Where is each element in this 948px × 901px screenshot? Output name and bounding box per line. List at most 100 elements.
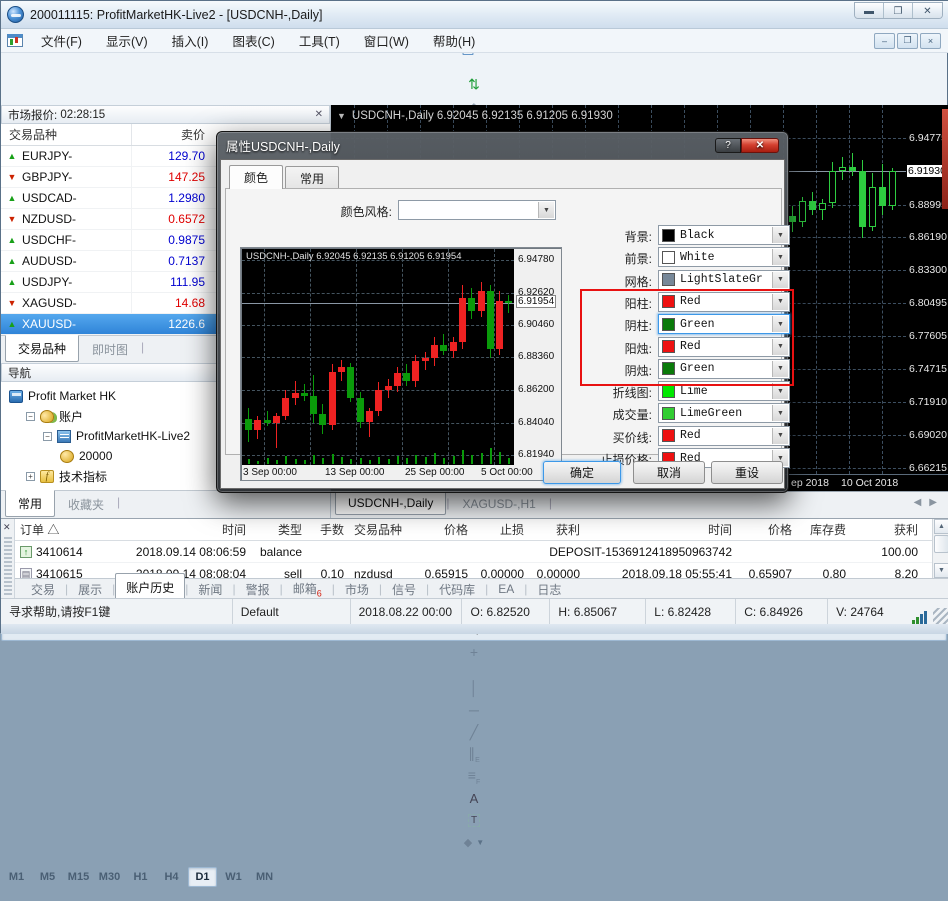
timeframe-M5[interactable]: M5 [33,867,62,887]
terminal-tab-交易[interactable]: 交易 [21,579,65,600]
horizontal-line-button[interactable]: ─ [1,699,947,721]
table-row[interactable]: ↑34106142018.09.14 08:06:59balanceDEPOSI… [15,541,932,563]
volumes-color-select[interactable]: LimeGreen▼ [658,403,790,423]
timeframe-D1[interactable]: D1 [188,867,217,887]
tab-symbols[interactable]: 交易品种 [5,335,79,362]
color-swatch [662,251,675,264]
tab-tick-chart[interactable]: 即时图 [79,336,141,363]
tab-favorites[interactable]: 收藏夹 [55,491,117,518]
timeframe-M1[interactable]: M1 [2,867,31,887]
dialog-close-button[interactable]: ✕ [741,138,779,153]
tab-colors[interactable]: 颜色 [229,165,283,189]
dialog-titlebar[interactable]: 属性USDCNH-,Daily ? ✕ [217,132,788,158]
terminal-tab-账户历史[interactable]: 账户历史 [115,573,185,599]
column-header-1[interactable]: 时间 [103,521,251,538]
terminal-tab-EA[interactable]: EA [488,580,524,598]
terminal-tab-警报[interactable]: 警报 [236,579,280,600]
terminal-tab-代码库[interactable]: 代码库 [429,579,485,600]
text-tool-button[interactable]: A [1,787,947,809]
close-button[interactable]: ✕ [913,3,942,19]
timeframe-W1[interactable]: W1 [219,867,248,887]
menu-插入(I)[interactable]: 插入(I) [160,28,221,53]
candle [889,171,896,206]
mdi-window-controls: – ❐ × [874,33,945,49]
column-header-10[interactable]: 库存费 [797,521,851,538]
minimize-button[interactable]: ▬ [855,3,884,19]
arrows-button[interactable]: ◆▼ [1,831,947,853]
collapse-icon[interactable]: − [26,412,35,421]
ok-button[interactable]: 确定 [543,461,621,484]
column-header-11[interactable]: 获利 [851,521,923,538]
mdi-restore-button[interactable]: ❐ [897,33,918,49]
restore-button[interactable]: ❐ [884,3,913,19]
reset-button[interactable]: 重设 [711,461,783,484]
menu-显示(V)[interactable]: 显示(V) [94,28,160,53]
collapse-icon[interactable]: − [43,432,52,441]
mdi-minimize-button[interactable]: – [874,33,895,49]
trendline-button[interactable]: ╱ [1,721,947,743]
close-icon[interactable]: ✕ [315,109,323,120]
mdi-close-button[interactable]: × [920,33,941,49]
terminal-tab-日志[interactable]: 日志 [527,579,571,600]
scroll-down-icon[interactable]: ▼ [934,563,948,578]
cancel-button[interactable]: 取消 [633,461,705,484]
column-header-2[interactable]: 类型 [251,521,307,538]
menu-工具(T)[interactable]: 工具(T) [287,28,352,53]
titlebar[interactable]: 200011115: ProfitMarketHK-Live2 - [USDCN… [1,1,948,29]
column-header-5[interactable]: 价格 [413,521,473,538]
terminal-tab-邮箱[interactable]: 邮箱6 [283,578,332,600]
foreground-color-select[interactable]: White▼ [658,247,790,267]
timeframe-H4[interactable]: H4 [157,867,186,887]
close-icon[interactable]: ✕ [3,522,11,533]
collapse-triangle-icon[interactable]: ▼ [337,111,346,121]
background-color-select[interactable]: Black▼ [658,225,790,245]
status-template[interactable]: Default [233,599,351,624]
ask-line-color-select[interactable]: Red▼ [658,426,790,446]
column-header-0[interactable]: 订单 △ [15,521,103,538]
tab-common[interactable]: 常用 [5,490,55,517]
terminal-column-headers[interactable]: 订单 △时间类型手数交易品种价格止损获利时间价格库存费获利 [15,519,932,541]
timeframe-M15[interactable]: M15 [64,867,93,887]
menu-窗口(W)[interactable]: 窗口(W) [352,28,421,53]
symbol-column-header[interactable]: 交易品种 [1,126,131,143]
scroll-right-icon[interactable]: ▶ [929,497,937,508]
terminal-grab-strip[interactable]: ✕ [1,519,15,599]
scroll-left-icon[interactable]: ◀ [914,497,922,508]
text-label-button[interactable]: T [1,809,947,831]
dialog-title: 属性USDCNH-,Daily [226,136,340,155]
tab-common-settings[interactable]: 常用 [285,166,339,189]
bid-column-header[interactable]: 卖价 [131,124,209,145]
menu-图表(C)[interactable]: 图表(C) [220,28,286,53]
grid-color-select[interactable]: LightSlateGr▼ [658,270,790,290]
scroll-up-icon[interactable]: ▲ [934,519,948,534]
timeframe-M30[interactable]: M30 [95,867,124,887]
timeframe-MN[interactable]: MN [250,867,279,887]
fibonacci-button[interactable]: ≡F [1,765,947,787]
column-header-6[interactable]: 止损 [473,521,529,538]
terminal-tab-信号[interactable]: 信号 [382,579,426,600]
expand-icon[interactable]: + [26,472,35,481]
column-header-7[interactable]: 获利 [529,521,585,538]
chart-tab-USDCNH-,Daily[interactable]: USDCNH-,Daily [335,491,446,515]
channel-button[interactable]: ∥E [1,743,947,765]
crosshair-tool-button[interactable]: + [1,641,947,663]
chart-tab-XAGUSD-,H1[interactable]: XAGUSD-,H1 [449,492,548,516]
menu-帮助(H)[interactable]: 帮助(H) [421,28,487,53]
column-header-9[interactable]: 价格 [737,521,797,538]
terminal-tab-市场[interactable]: 市场 [335,579,379,600]
terminal-tab-展示[interactable]: 展示 [68,579,112,600]
dialog-help-button[interactable]: ? [715,138,741,153]
terminal-scrollbar[interactable]: ▲ ▼ [932,519,948,578]
timeframe-H1[interactable]: H1 [126,867,155,887]
column-header-4[interactable]: 交易品种 [349,521,413,538]
market-watch-header[interactable]: 市场报价: 02:28:15 ✕ [1,105,330,124]
scrollbar-thumb[interactable] [934,535,948,553]
column-header-3[interactable]: 手数 [307,521,349,538]
menu-文件(F)[interactable]: 文件(F) [29,28,94,53]
color-scheme-select[interactable]: ▼ [398,200,556,220]
refresh-quotes-button[interactable]: ⇅ [1,73,947,95]
vertical-line-button[interactable]: │ [1,677,947,699]
resize-grip[interactable] [933,608,948,624]
column-header-8[interactable]: 时间 [585,521,737,538]
terminal-tab-新闻[interactable]: 新闻 [188,579,232,600]
